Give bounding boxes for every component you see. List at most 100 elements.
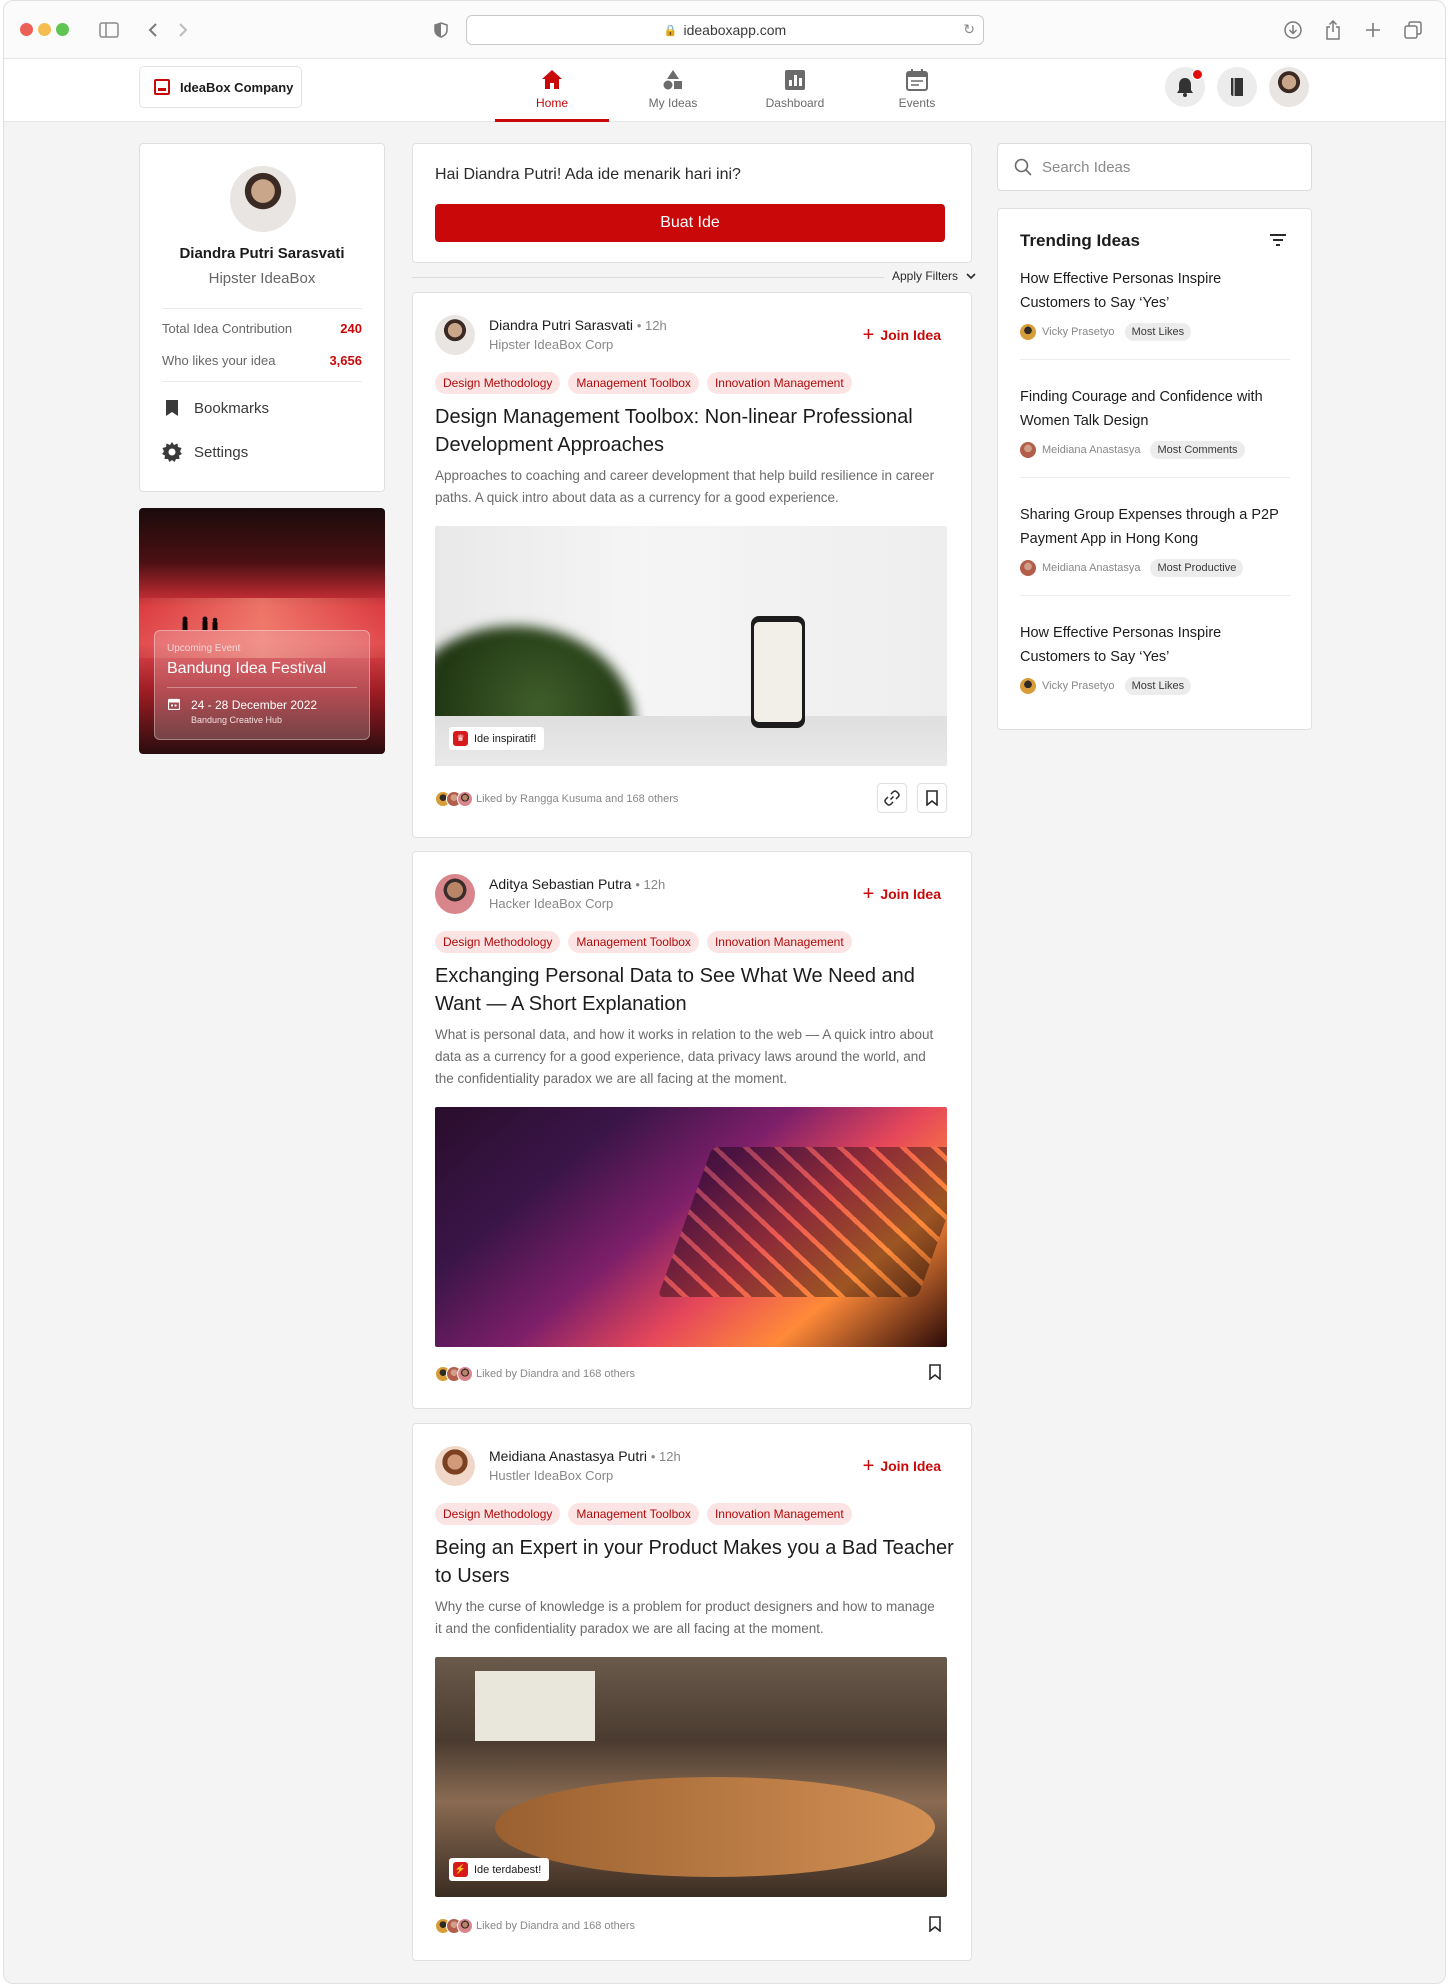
menu-bookmarks-label: Bookmarks bbox=[194, 399, 270, 417]
filter-icon[interactable] bbox=[1269, 233, 1287, 247]
gear-icon bbox=[162, 442, 182, 462]
trending-item-title[interactable]: How Effective Personas Inspire Customers… bbox=[1020, 267, 1290, 315]
post-org: Hustler IdeaBox Corp bbox=[489, 1468, 614, 1483]
new-tab-icon[interactable] bbox=[1360, 17, 1386, 43]
post-title[interactable]: Design Management Toolbox: Non-linear Pr… bbox=[435, 403, 955, 459]
apply-filters-label: Apply Filters bbox=[892, 269, 959, 283]
event-eyebrow: Upcoming Event bbox=[167, 643, 241, 654]
trending-item[interactable]: Sharing Group Expenses through a P2P Pay… bbox=[1020, 503, 1290, 577]
back-icon[interactable] bbox=[140, 17, 166, 43]
search-icon bbox=[1014, 158, 1032, 176]
image-phone-shape bbox=[751, 616, 805, 728]
tag[interactable]: Management Toolbox bbox=[568, 931, 699, 953]
bookmark-button[interactable] bbox=[917, 783, 947, 813]
stat-likes: Who likes your idea 3,656 bbox=[162, 346, 362, 374]
tag[interactable]: Design Methodology bbox=[435, 1503, 561, 1525]
post-image[interactable] bbox=[435, 1107, 947, 1347]
company-switcher[interactable]: IdeaBox Company bbox=[139, 66, 302, 108]
post-org: Hipster IdeaBox Corp bbox=[489, 337, 614, 352]
post-tags: Design Methodology Management Toolbox In… bbox=[435, 1503, 852, 1525]
tag[interactable]: Design Methodology bbox=[435, 931, 561, 953]
idea-composer: Hai Diandra Putri! Ada ide menarik hari … bbox=[412, 143, 972, 263]
url-text: ideaboxapp.com bbox=[683, 22, 787, 38]
bookmarks-button[interactable] bbox=[1217, 67, 1257, 107]
post-likes[interactable]: Liked by Diandra and 168 others bbox=[435, 1366, 635, 1382]
nav-dashboard[interactable]: Dashboard bbox=[738, 59, 852, 119]
privacy-shield-icon[interactable] bbox=[428, 17, 454, 43]
bookmark-button[interactable] bbox=[925, 1362, 945, 1382]
trending-item[interactable]: How Effective Personas Inspire Customers… bbox=[1020, 267, 1290, 341]
bookmark-button[interactable] bbox=[925, 1914, 945, 1934]
nav-events[interactable]: Events bbox=[860, 59, 974, 119]
maximize-window-button[interactable] bbox=[56, 23, 69, 36]
forward-icon[interactable] bbox=[170, 17, 196, 43]
post-likes[interactable]: Liked by Diandra and 168 others bbox=[435, 1918, 635, 1934]
post-author-name[interactable]: Aditya Sebastian Putra bbox=[489, 876, 631, 892]
post-author-avatar[interactable] bbox=[435, 315, 475, 355]
tag[interactable]: Innovation Management bbox=[706, 931, 852, 953]
post-time: 12h bbox=[659, 1449, 681, 1464]
image-table-shape bbox=[495, 1777, 935, 1877]
trending-item-title[interactable]: How Effective Personas Inspire Customers… bbox=[1020, 621, 1290, 669]
user-avatar-button[interactable] bbox=[1269, 67, 1309, 107]
company-name: IdeaBox Company bbox=[180, 79, 294, 95]
menu-settings-label: Settings bbox=[194, 443, 249, 461]
share-icon[interactable] bbox=[1320, 17, 1346, 43]
downloads-icon[interactable] bbox=[1280, 17, 1306, 43]
trending-item[interactable]: Finding Courage and Confidence with Wome… bbox=[1020, 385, 1290, 459]
copy-link-button[interactable] bbox=[877, 783, 907, 813]
join-idea-button[interactable]: + Join Idea bbox=[862, 324, 941, 346]
nav-my-ideas[interactable]: My Ideas bbox=[616, 59, 730, 119]
tag[interactable]: Design Methodology bbox=[435, 372, 561, 394]
join-idea-button[interactable]: + Join Idea bbox=[863, 1456, 941, 1476]
menu-settings[interactable]: Settings bbox=[162, 439, 248, 465]
post-image[interactable]: ⚡ Ide terdabest! bbox=[435, 1657, 947, 1897]
idea-badge-label: Ide inspiratif! bbox=[474, 732, 537, 745]
upcoming-event-card[interactable]: Upcoming Event Bandung Idea Festival 24 … bbox=[139, 508, 385, 754]
join-idea-button[interactable]: + Join Idea bbox=[863, 884, 941, 904]
minimize-window-button[interactable] bbox=[38, 23, 51, 36]
post-image[interactable]: ♛ Ide inspiratif! bbox=[435, 526, 947, 766]
event-info-panel: Upcoming Event Bandung Idea Festival 24 … bbox=[154, 630, 370, 740]
nav-home[interactable]: Home bbox=[495, 59, 609, 122]
address-bar[interactable]: 🔒 ideaboxapp.com ↻ bbox=[466, 15, 984, 45]
stat-value: 240 bbox=[340, 320, 362, 336]
nav-my-ideas-label: My Ideas bbox=[648, 96, 698, 110]
post-author-name[interactable]: Meidiana Anastasya Putri bbox=[489, 1448, 647, 1464]
nav-events-label: Events bbox=[898, 96, 936, 110]
trending-item[interactable]: How Effective Personas Inspire Customers… bbox=[1020, 621, 1290, 695]
image-keyboard-shape bbox=[657, 1147, 947, 1297]
stat-label: Who likes your idea bbox=[162, 352, 276, 368]
stat-total-contribution: Total Idea Contribution 240 bbox=[162, 314, 362, 342]
divider bbox=[162, 308, 362, 309]
menu-bookmarks[interactable]: Bookmarks bbox=[162, 395, 269, 421]
post-likes[interactable]: Liked by Rangga Kusuma and 168 others bbox=[435, 791, 678, 807]
trending-chip: Most Productive bbox=[1150, 559, 1244, 577]
post-title[interactable]: Exchanging Personal Data to See What We … bbox=[435, 962, 955, 1018]
post-author-name[interactable]: Diandra Putri Sarasvati bbox=[489, 317, 633, 333]
trending-chip: Most Likes bbox=[1124, 323, 1192, 341]
tag[interactable]: Management Toolbox bbox=[568, 372, 699, 394]
post-author-avatar[interactable] bbox=[435, 1446, 475, 1486]
search-input[interactable]: Search Ideas bbox=[997, 143, 1312, 191]
sidebar-toggle-icon[interactable] bbox=[96, 17, 122, 43]
trending-item-title[interactable]: Finding Courage and Confidence with Wome… bbox=[1020, 385, 1290, 433]
profile-card: Diandra Putri Sarasvati Hipster IdeaBox … bbox=[139, 143, 385, 492]
idea-badge: ♛ Ide inspiratif! bbox=[449, 727, 545, 750]
create-idea-button[interactable]: Buat Ide bbox=[435, 204, 945, 242]
notifications-button[interactable] bbox=[1165, 67, 1205, 107]
close-window-button[interactable] bbox=[20, 23, 33, 36]
tab-overview-icon[interactable] bbox=[1400, 17, 1426, 43]
reload-icon[interactable]: ↻ bbox=[963, 21, 975, 38]
divider bbox=[1020, 477, 1290, 478]
post-author-avatar[interactable] bbox=[435, 874, 475, 914]
tag[interactable]: Innovation Management bbox=[706, 1503, 852, 1525]
plus-icon: + bbox=[862, 324, 875, 346]
post-title[interactable]: Being an Expert in your Product Makes yo… bbox=[435, 1534, 955, 1590]
tag[interactable]: Innovation Management bbox=[706, 372, 852, 394]
tag[interactable]: Management Toolbox bbox=[568, 1503, 699, 1525]
nav-dashboard-label: Dashboard bbox=[765, 96, 825, 110]
liker-avatars bbox=[435, 1918, 473, 1934]
apply-filters-button[interactable]: Apply Filters bbox=[884, 269, 979, 283]
trending-item-title[interactable]: Sharing Group Expenses through a P2P Pay… bbox=[1020, 503, 1290, 551]
